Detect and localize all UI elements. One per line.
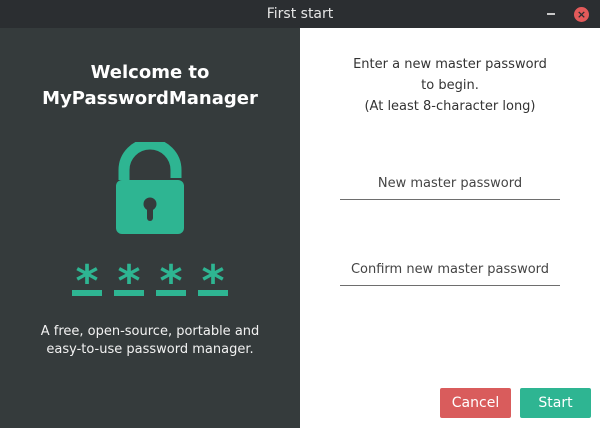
password-underscores bbox=[72, 290, 228, 296]
instructions-text: Enter a new master password to begin. (A… bbox=[300, 54, 600, 117]
instruction-line-2: to begin. bbox=[421, 78, 479, 93]
instruction-line-1: Enter a new master password bbox=[353, 57, 547, 72]
app-name: MyPasswordManager bbox=[42, 88, 258, 109]
confirm-master-password-field[interactable] bbox=[340, 254, 560, 286]
welcome-line-1: Welcome to bbox=[90, 62, 210, 83]
welcome-heading: Welcome to MyPasswordManager bbox=[0, 60, 300, 112]
cancel-button[interactable]: Cancel bbox=[440, 388, 511, 418]
unlocked-padlock-icon bbox=[116, 142, 184, 234]
tagline-line-2: easy-to-use password manager. bbox=[46, 342, 254, 357]
window-title: First start bbox=[266, 6, 334, 22]
password-illustration: * * * * bbox=[75, 142, 225, 302]
minimize-icon[interactable] bbox=[547, 13, 555, 15]
window-titlebar: First start × bbox=[0, 0, 600, 28]
start-button[interactable]: Start bbox=[520, 388, 591, 418]
close-icon[interactable]: × bbox=[574, 7, 589, 22]
app-tagline: A free, open-source, portable and easy-t… bbox=[0, 323, 300, 359]
welcome-panel: Welcome to MyPasswordManager * * * * A f… bbox=[0, 28, 300, 428]
instruction-line-3: (At least 8-character long) bbox=[364, 99, 536, 114]
new-master-password-field[interactable] bbox=[340, 168, 560, 200]
setup-form: Enter a new master password to begin. (A… bbox=[300, 28, 600, 428]
tagline-line-1: A free, open-source, portable and bbox=[40, 324, 260, 339]
